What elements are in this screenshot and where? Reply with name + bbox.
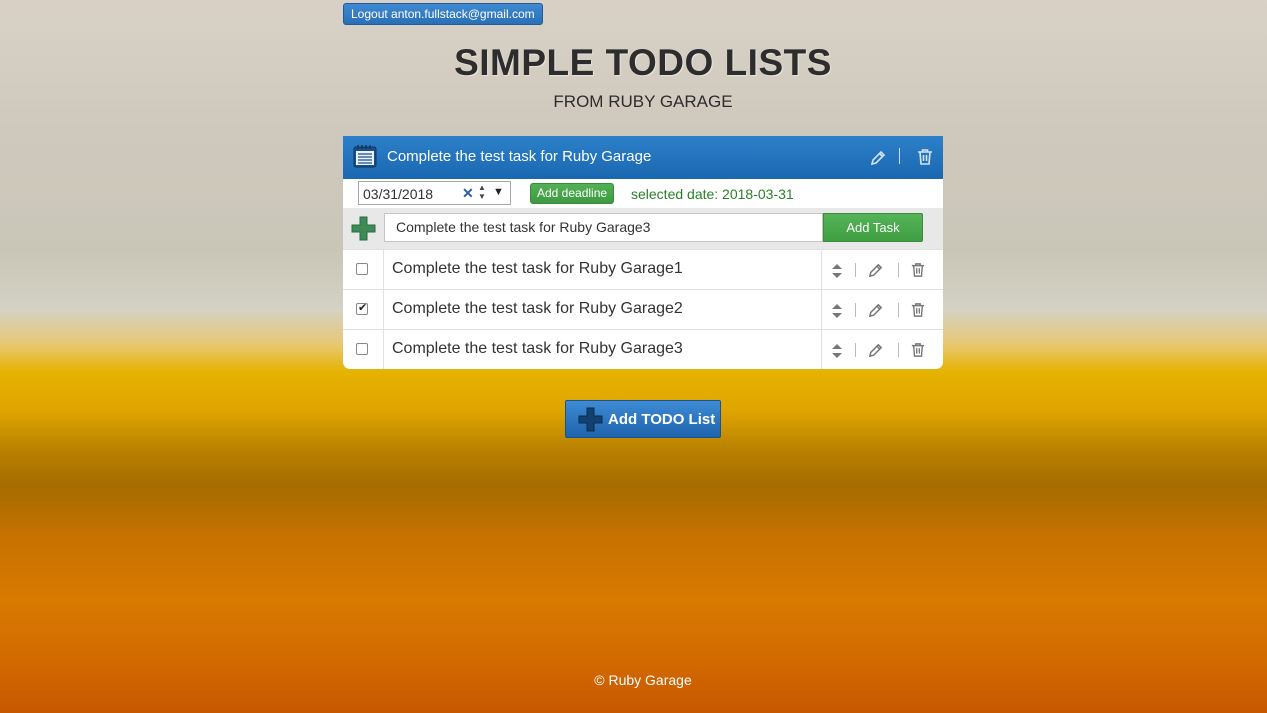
delete-list-icon[interactable] — [917, 148, 933, 171]
action-divider — [855, 303, 856, 317]
date-dropdown-icon[interactable]: ▼ — [493, 186, 504, 198]
add-todo-list-button[interactable]: Add TODO List — [565, 400, 721, 438]
plus-icon — [351, 216, 376, 246]
action-divider — [898, 343, 899, 357]
task-divider — [821, 250, 822, 290]
new-task-input[interactable]: Complete the test task for Ruby Garage3 — [384, 213, 823, 242]
task-text[interactable]: Complete the test task for Ruby Garage2 — [392, 300, 683, 318]
add-task-button[interactable]: Add Task — [823, 213, 923, 242]
edit-task-icon[interactable] — [867, 262, 884, 284]
edit-task-icon[interactable] — [867, 302, 884, 324]
page-subtitle: FROM RUBY GARAGE — [553, 92, 733, 111]
task-checkbox[interactable] — [356, 263, 368, 275]
checkmark-icon: ✔ — [358, 302, 368, 314]
logout-button[interactable]: Logout anton.fullstack@gmail.com — [343, 3, 543, 25]
edit-list-icon[interactable] — [869, 149, 887, 172]
deadline-date-value: 03/31/2018 — [363, 186, 434, 202]
add-todo-list-label: Add TODO List — [608, 411, 716, 428]
task-text[interactable]: Complete the test task for Ruby Garage1 — [392, 260, 683, 278]
todo-list-panel: Complete the test task for Ruby Garage 0… — [343, 136, 943, 369]
header-divider — [899, 148, 900, 164]
task-checkbox[interactable] — [356, 343, 368, 355]
action-divider — [898, 263, 899, 277]
task-checkbox[interactable]: ✔ — [356, 302, 368, 315]
delete-task-icon[interactable] — [911, 262, 925, 283]
selected-date-text: selected date: 2018-03-31 — [631, 186, 794, 202]
add-task-row: Complete the test task for Ruby Garage3 … — [343, 208, 943, 249]
task-divider — [383, 290, 384, 330]
task-row: ✔ Complete the test task for Ruby Garage… — [343, 289, 943, 330]
date-spinner-icon[interactable]: ▲ ▼ — [478, 183, 486, 201]
sort-arrows-icon[interactable] — [831, 343, 843, 364]
sort-arrows-icon[interactable] — [831, 263, 843, 284]
action-divider — [855, 263, 856, 277]
plus-icon — [578, 407, 603, 436]
add-deadline-button[interactable]: Add deadline — [530, 183, 615, 204]
deadline-date-input[interactable]: 03/31/2018 ✕ ▲ ▼ ▼ — [358, 181, 511, 205]
delete-task-icon[interactable] — [911, 342, 925, 363]
task-text[interactable]: Complete the test task for Ruby Garage3 — [392, 340, 683, 358]
page-title: SIMPLE TODO LISTS — [454, 42, 832, 83]
task-divider — [383, 330, 384, 369]
sort-arrows-icon[interactable] — [831, 303, 843, 324]
action-divider — [855, 343, 856, 357]
task-divider — [383, 250, 384, 290]
edit-task-icon[interactable] — [867, 342, 884, 364]
task-divider — [821, 290, 822, 330]
deadline-row: 03/31/2018 ✕ ▲ ▼ ▼ Add deadline selected … — [343, 179, 943, 208]
calendar-list-icon — [353, 144, 377, 173]
task-divider — [821, 330, 822, 369]
task-row: Complete the test task for Ruby Garage3 — [343, 329, 943, 369]
task-row: Complete the test task for Ruby Garage1 — [343, 249, 943, 290]
todo-list-header: Complete the test task for Ruby Garage — [343, 136, 943, 179]
clear-date-icon[interactable]: ✕ — [462, 185, 474, 202]
footer-copyright: © Ruby Garage — [594, 672, 692, 688]
delete-task-icon[interactable] — [911, 302, 925, 323]
action-divider — [898, 303, 899, 317]
todo-list-title: Complete the test task for Ruby Garage — [387, 148, 652, 165]
